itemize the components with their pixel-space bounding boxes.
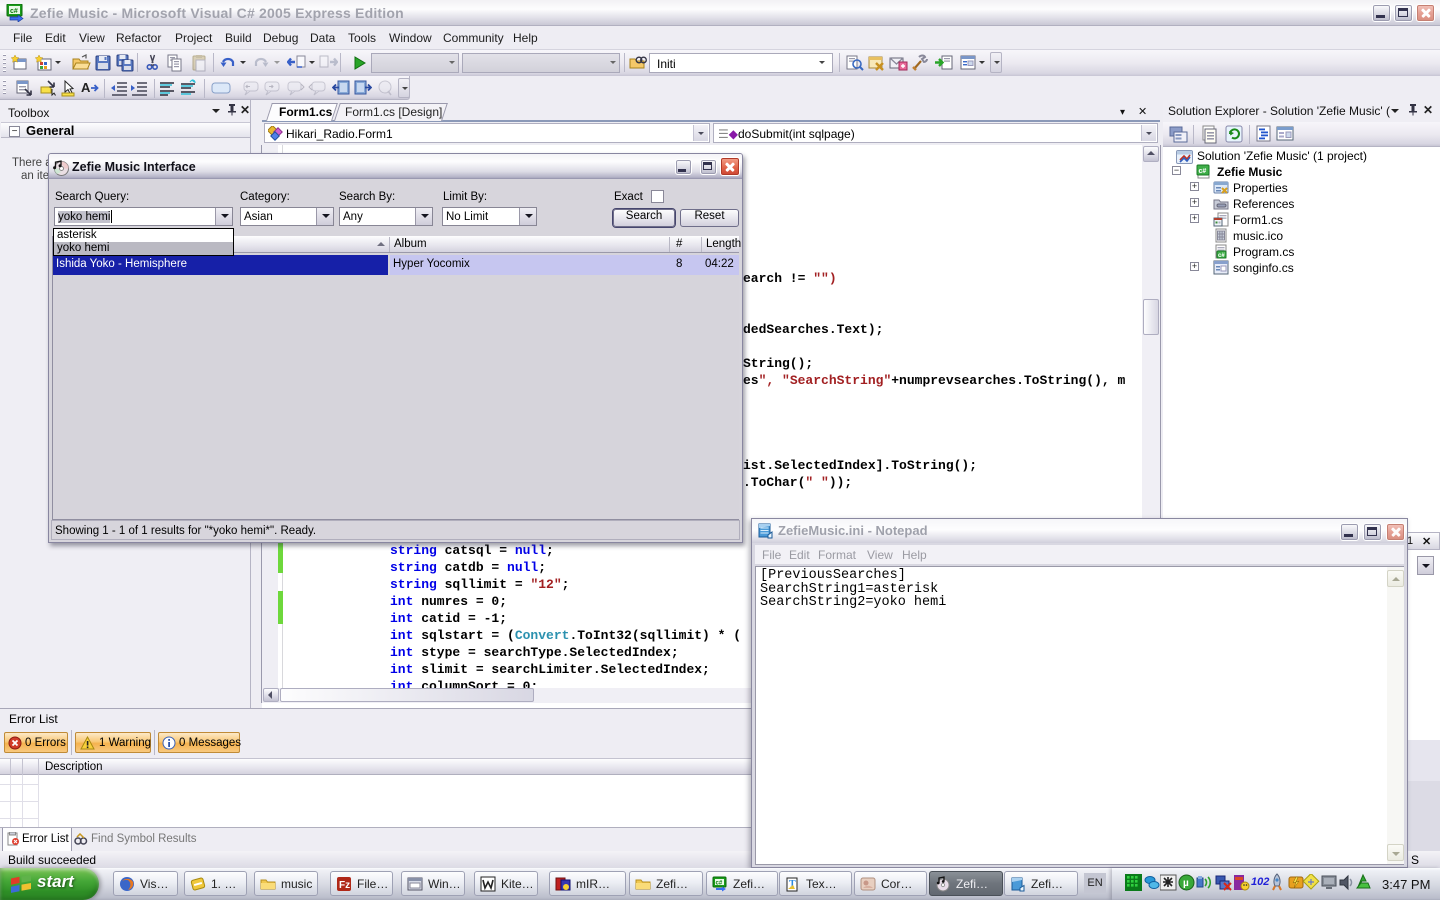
svg-text:c#: c# <box>716 881 723 887</box>
svg-text:A: A <box>81 80 91 95</box>
svg-text:c#: c# <box>10 8 18 15</box>
svg-text:µ: µ <box>1183 878 1189 889</box>
svg-text:c#: c# <box>1218 253 1225 259</box>
svg-text:c#: c# <box>1199 168 1207 175</box>
svg-text:Fz: Fz <box>339 880 350 891</box>
